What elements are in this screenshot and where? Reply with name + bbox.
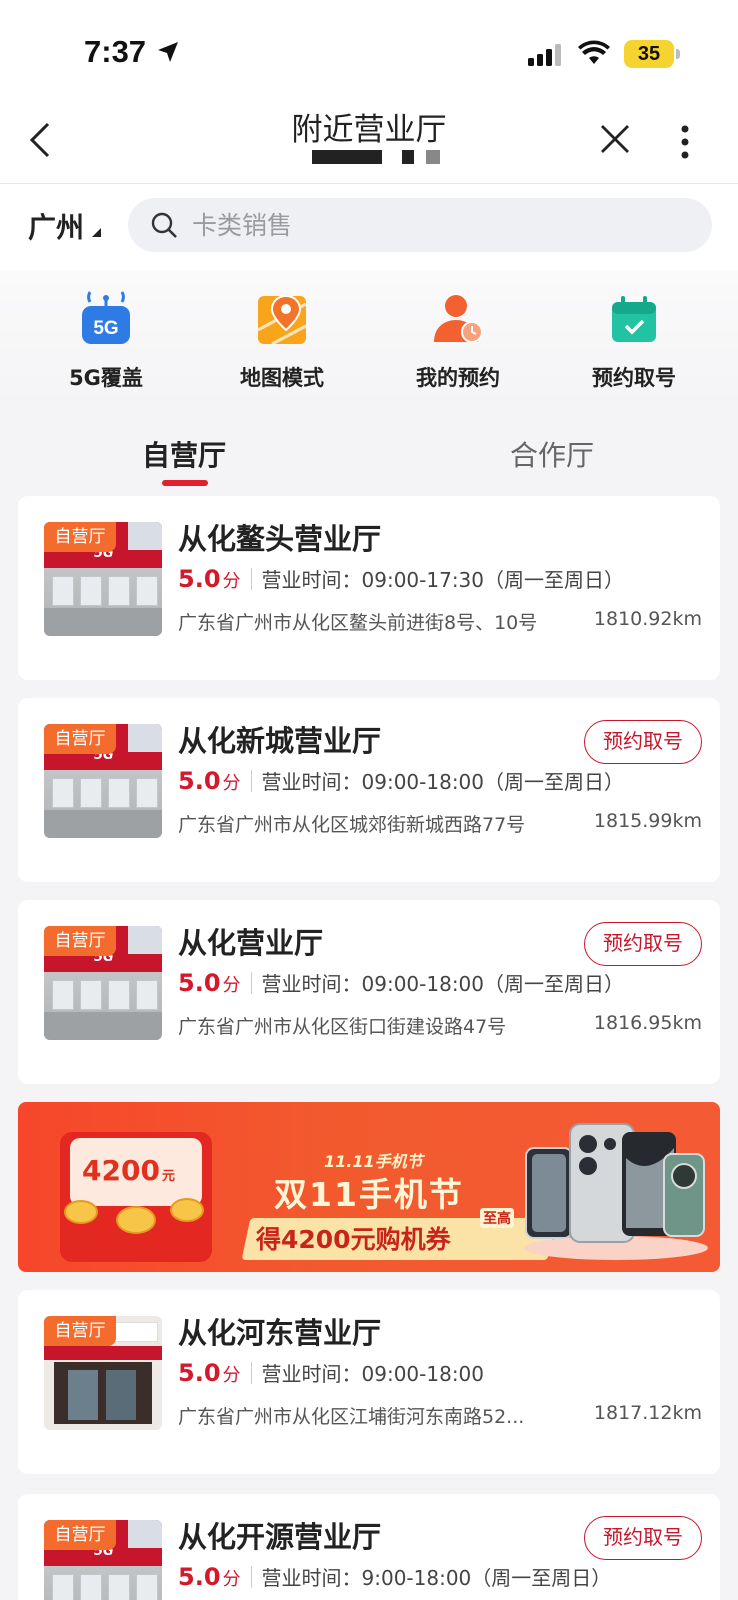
caret-down-icon[interactable] (92, 228, 101, 237)
more-icon[interactable] (680, 124, 690, 160)
hall-type-tabs: 自营厅 合作厅 (0, 420, 738, 486)
store-type-badge: 自营厅 (44, 724, 116, 754)
search-row: 广州 (0, 184, 738, 270)
store-card[interactable]: 5G 自营厅 从化开源营业厅 预约取号 5.0 分营业时间：9:00-18:00（… (18, 1494, 720, 1600)
store-card[interactable]: 5G 自营厅 从化营业厅 预约取号 5.0 分营业时间：09:00-18:00（周… (18, 900, 720, 1084)
rating-row: 5.0 分营业时间：09:00-18:00（周一至周日） (178, 968, 624, 1000)
redacted-subtitle (402, 150, 414, 164)
business-hours: 营业时间：9:00-18:00（周一至周日） (261, 1566, 612, 1590)
store-address: 广东省广州市从化区街口街建设路47号 (178, 1016, 507, 1038)
store-distance: 1816.95km (593, 1012, 702, 1034)
store-address: 广东省广州市从化区城郊街新城西路77号 (178, 814, 526, 836)
business-hours: 营业时间：09:00-17:30（周一至周日） (261, 568, 625, 592)
5g-coverage-icon: 5G (82, 291, 130, 344)
nav-bar: 附近营业厅 (0, 100, 738, 184)
store-card[interactable]: 自营厅 从化河东营业厅 5.0 分营业时间：09:00-18:00 广东省广州市从… (18, 1290, 720, 1474)
rating-row: 5.0 分营业时间：9:00-18:00（周一至周日） (178, 1562, 611, 1594)
active-tab-indicator (162, 480, 208, 486)
banner-ribbon-tag: 至高 (480, 1208, 514, 1228)
search-icon (151, 212, 177, 238)
close-icon[interactable] (598, 122, 632, 156)
coin-icon (116, 1206, 156, 1234)
store-name: 从化营业厅 (178, 926, 324, 960)
store-card[interactable]: 5G 自营厅 从化鳌头营业厅 5.0 分营业时间：09:00-17:30（周一至周… (18, 496, 720, 680)
store-name: 从化河东营业厅 (178, 1316, 382, 1350)
quick-action-label: 我的预约 (416, 366, 500, 390)
status-time: 7:37 (84, 34, 147, 69)
business-hours: 营业时间：09:00-18:00（周一至周日） (261, 770, 625, 794)
quick-actions: 5G 5G覆盖 地图模式 我的预约 预约取号 (0, 270, 738, 410)
store-type-badge: 自营厅 (44, 1520, 116, 1550)
divider (250, 972, 252, 994)
banner-title: 双11手机节 (274, 1175, 464, 1214)
phones-image (524, 1123, 708, 1260)
status-bar: 7:37 35 (0, 0, 738, 100)
reserve-number-icon (612, 296, 656, 342)
store-score: 5.0 (178, 969, 221, 997)
business-hours: 营业时间：09:00-18:00 (261, 1362, 485, 1386)
map-mode-icon (257, 294, 307, 346)
store-address: 广东省广州市从化区江埔街河东南路52... (178, 1406, 525, 1428)
quick-action-label: 5G覆盖 (69, 366, 143, 390)
store-score: 5.0 (178, 767, 221, 795)
coin-icon (64, 1200, 98, 1224)
store-card[interactable]: 5G 自营厅 从化新城营业厅 预约取号 5.0 分营业时间：09:00-18:00… (18, 698, 720, 882)
tab-partner[interactable]: 合作厅 (510, 434, 594, 474)
store-distance: 1815.99km (593, 810, 702, 832)
search-input[interactable] (192, 198, 692, 252)
business-hours: 营业时间：09:00-18:00（周一至周日） (261, 972, 625, 996)
divider (250, 1566, 252, 1588)
score-unit: 分 (222, 975, 241, 996)
store-score: 5.0 (178, 1563, 221, 1591)
svg-text:5G: 5G (93, 318, 118, 339)
coupon-amount: 4200 元 (82, 1154, 175, 1187)
score-unit: 分 (222, 773, 241, 794)
banner-ribbon-text: 得4200元购机券 (256, 1225, 451, 1254)
store-address: 广东省广州市从化区鳌头前进街8号、10号 (178, 612, 538, 634)
search-box[interactable] (128, 198, 712, 252)
quick-action-label: 预约取号 (592, 366, 676, 390)
my-appointment-icon (434, 295, 483, 343)
reserve-number-button[interactable]: 预约取号 (584, 1516, 702, 1560)
store-name: 从化新城营业厅 (178, 724, 382, 758)
store-name: 从化开源营业厅 (178, 1520, 382, 1554)
tab-self-operated[interactable]: 自营厅 (142, 434, 226, 474)
store-type-badge: 自营厅 (44, 926, 116, 956)
rating-row: 5.0 分营业时间：09:00-18:00 (178, 1358, 484, 1390)
redacted-subtitle (312, 150, 382, 164)
divider (250, 568, 252, 590)
city-selector[interactable]: 广州 (28, 206, 84, 246)
divider (250, 770, 252, 792)
divider (250, 1362, 252, 1384)
location-arrow-icon (158, 42, 178, 62)
promo-banner[interactable]: 4200 元 11.11手机节 双11手机节 得4200元购机券 至高 (18, 1102, 720, 1272)
store-distance: 1817.12km (593, 1402, 702, 1424)
store-score: 5.0 (178, 1359, 221, 1387)
store-type-badge: 自营厅 (44, 522, 116, 552)
reserve-number-button[interactable]: 预约取号 (584, 720, 702, 764)
wifi-icon (578, 40, 610, 64)
quick-action-label: 地图模式 (240, 366, 324, 390)
store-distance: 1810.92km (593, 608, 702, 630)
coin-icon (170, 1198, 204, 1222)
red-packet-graphic: 4200 元 (60, 1132, 212, 1262)
battery-indicator: 35 (624, 40, 674, 68)
quick-action-reserve-number[interactable]: 预约取号 (546, 290, 722, 392)
store-type-badge: 自营厅 (44, 1316, 116, 1346)
store-score: 5.0 (178, 565, 221, 593)
rating-row: 5.0 分营业时间：09:00-17:30（周一至周日） (178, 564, 624, 596)
score-unit: 分 (222, 571, 241, 592)
score-unit: 分 (222, 1569, 241, 1590)
rating-row: 5.0 分营业时间：09:00-18:00（周一至周日） (178, 766, 624, 798)
cellular-signal-icon (528, 44, 561, 66)
redacted-subtitle (426, 150, 440, 164)
quick-action-5g-coverage[interactable]: 5G 5G覆盖 (18, 290, 194, 392)
quick-action-my-appointment[interactable]: 我的预约 (370, 290, 546, 392)
battery-tip (676, 49, 680, 59)
score-unit: 分 (222, 1365, 241, 1386)
store-name: 从化鳌头营业厅 (178, 522, 382, 556)
reserve-number-button[interactable]: 预约取号 (584, 922, 702, 966)
quick-action-map-mode[interactable]: 地图模式 (194, 290, 370, 392)
